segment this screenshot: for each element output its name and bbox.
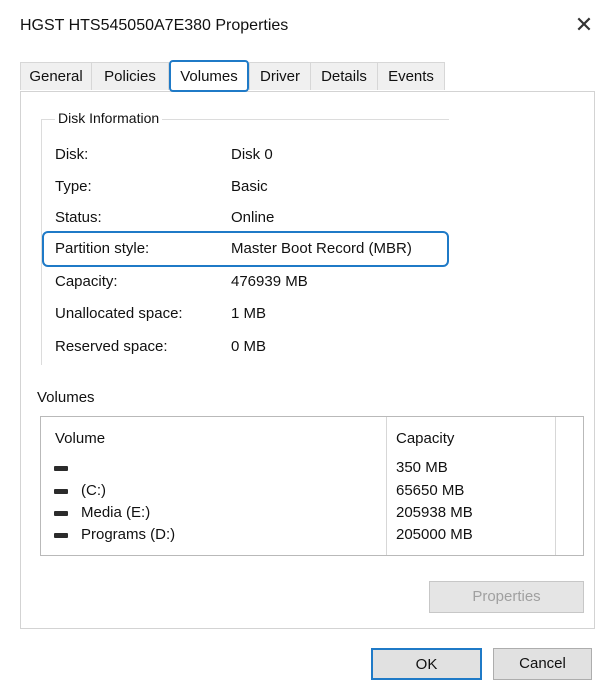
capacity-value: 476939 MB [231, 273, 308, 290]
cancel-button[interactable]: Cancel [493, 648, 592, 680]
properties-button[interactable]: Properties [429, 581, 584, 613]
volume-name: Programs (D:) [81, 526, 176, 543]
drive-icon [54, 511, 68, 516]
tab-volumes[interactable]: Volumes [169, 60, 249, 92]
status-value: Online [231, 209, 275, 226]
volume-row[interactable]: Media (E:) 205938 MB [41, 503, 581, 525]
unallocated-space-label: Unallocated space: [55, 305, 183, 322]
volume-name: (C:) [81, 482, 106, 499]
partition-style-label: Partition style: [55, 240, 150, 257]
drive-icon [54, 533, 68, 538]
disk-value: Disk 0 [231, 146, 273, 163]
status-label: Status: [55, 209, 102, 226]
unallocated-space-value: 1 MB [231, 305, 267, 322]
volume-row[interactable]: 350 MB [41, 458, 581, 480]
partition-style-value: Master Boot Record (MBR) [231, 240, 412, 257]
volumes-section-title: Volumes [37, 389, 95, 406]
window-title: HGST HTS545050A7E380 Properties [20, 17, 289, 34]
drive-icon [54, 466, 68, 471]
type-label: Type: [55, 178, 92, 195]
disk-information-legend: Disk Information [55, 110, 163, 126]
volume-name: Media (E:) [81, 504, 151, 521]
tab-general[interactable]: General [20, 62, 92, 90]
type-value: Basic [231, 178, 268, 195]
tab-driver[interactable]: Driver [249, 62, 311, 90]
volumes-list[interactable]: Volume Capacity 350 MB (C:) 65650 MB Med… [40, 416, 584, 556]
reserved-space-value: 0 MB [231, 338, 267, 355]
volume-capacity: 205938 MB [396, 504, 473, 521]
capacity-column-header[interactable]: Capacity [396, 430, 454, 447]
volume-row[interactable]: (C:) 65650 MB [41, 481, 581, 503]
properties-dialog: HGST HTS545050A7E380 Properties ✕ Genera… [0, 0, 597, 680]
volume-capacity: 350 MB [396, 459, 448, 476]
volume-capacity: 65650 MB [396, 482, 465, 499]
volumes-tab-panel: Disk Information Disk: Disk 0 Type: Basi… [20, 91, 595, 629]
drive-icon [54, 489, 68, 494]
volume-column-header[interactable]: Volume [55, 430, 105, 447]
volume-capacity: 205000 MB [396, 526, 473, 543]
tab-events[interactable]: Events [377, 62, 445, 90]
volume-row[interactable]: Programs (D:) 205000 MB [41, 525, 581, 547]
disk-label: Disk: [55, 146, 89, 163]
close-icon[interactable]: ✕ [574, 13, 594, 37]
capacity-label: Capacity: [55, 273, 118, 290]
tab-policies[interactable]: Policies [91, 62, 169, 90]
ok-button[interactable]: OK [371, 648, 482, 680]
tab-details[interactable]: Details [310, 62, 378, 90]
reserved-space-label: Reserved space: [55, 338, 168, 355]
